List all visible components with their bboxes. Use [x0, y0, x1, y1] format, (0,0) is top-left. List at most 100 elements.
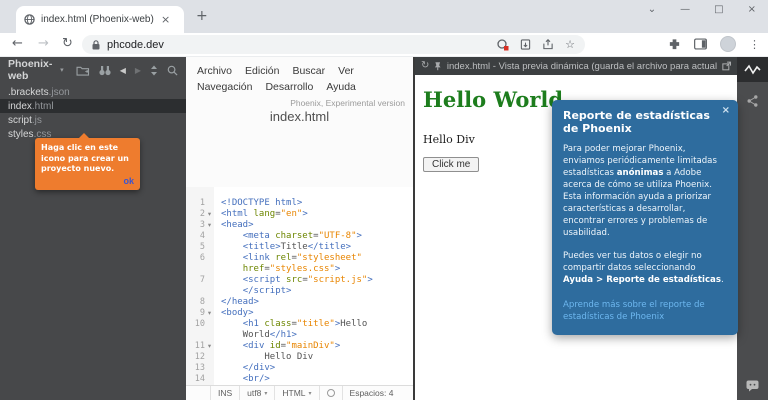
- token-p: [221, 253, 243, 263]
- feedback-chat-button[interactable]: [737, 380, 768, 392]
- profile-avatar[interactable]: [720, 36, 736, 52]
- token-t: <meta: [242, 231, 276, 241]
- status-insert-mode[interactable]: INS: [210, 386, 239, 400]
- code-line[interactable]: 13 </div>: [186, 363, 413, 374]
- code-editor[interactable]: 1 <!DOCTYPE html> 2 ▾ <html lang="en"> 3 ▾ <hea…: [186, 187, 413, 385]
- fold-caret-icon[interactable]: ▾: [205, 341, 214, 352]
- tooltip-ok-button[interactable]: ok: [41, 176, 134, 186]
- nav-forward-icon[interactable]: ▶: [135, 66, 141, 75]
- preview-click-me-button[interactable]: Click me: [423, 157, 480, 172]
- line-number-text: 11: [194, 341, 205, 351]
- token-a: id: [269, 341, 281, 351]
- bookmark-star-icon[interactable]: ☆: [565, 38, 575, 51]
- browser-tab-strip: index.html (Phoenix-web) - Phoe × + ⌄ — …: [0, 0, 768, 33]
- chat-icon: [746, 380, 759, 392]
- token-t: </div>: [242, 363, 276, 373]
- new-tab-button[interactable]: +: [196, 8, 208, 24]
- reload-icon[interactable]: ↻: [62, 37, 73, 50]
- learn-more-link[interactable]: Aprende más sobre el reporte de estadíst…: [563, 299, 727, 323]
- forward-icon[interactable]: →: [38, 37, 49, 50]
- status-encoding[interactable]: utf8 ▾: [239, 386, 274, 400]
- fold-caret-icon[interactable]: ▾: [205, 308, 214, 319]
- code-line[interactable]: 12 Hello Div: [186, 352, 413, 363]
- token-t: >: [367, 275, 373, 285]
- share-icon[interactable]: [542, 39, 554, 50]
- window-minimize-icon[interactable]: —: [680, 4, 690, 15]
- window-maximize-icon[interactable]: □: [714, 4, 723, 15]
- code-line[interactable]: 4 <meta charset="UTF-8">: [186, 231, 413, 242]
- project-sidebar: Phoenix-web ▾ ◀ ▶ .brackets .json index …: [0, 57, 186, 400]
- p2-text-cont: .: [720, 275, 724, 285]
- window-close-icon[interactable]: ×: [748, 4, 756, 15]
- find-in-files-binoculars-icon[interactable]: [99, 65, 111, 76]
- line-number-text: 4: [199, 231, 205, 241]
- code-line[interactable]: 10 <h1 class="title">Hello: [186, 319, 413, 330]
- status-language-mode[interactable]: HTML ▾: [274, 386, 318, 400]
- code-line[interactable]: 11 ▾ <div id="mainDiv">: [186, 341, 413, 352]
- tab-close-icon[interactable]: ×: [161, 14, 170, 25]
- search-icon[interactable]: [167, 65, 178, 76]
- file-item-index[interactable]: index .html: [0, 99, 186, 113]
- install-page-icon[interactable]: [520, 39, 531, 50]
- code-line[interactable]: 9 ▾ <body>: [186, 308, 413, 319]
- pin-icon[interactable]: [434, 61, 441, 71]
- code-line[interactable]: 14 <br/>: [186, 374, 413, 385]
- code-line[interactable]: 7 <script src="script.js">: [186, 275, 413, 286]
- fold-caret-icon[interactable]: ▾: [205, 220, 214, 231]
- share-tool[interactable]: [737, 95, 768, 107]
- token-s: "mainDiv": [286, 341, 335, 351]
- menu-ayuda[interactable]: Ayuda: [326, 81, 356, 93]
- token-p: [221, 363, 243, 373]
- code-line[interactable]: 8 </head>: [186, 297, 413, 308]
- file-item-script[interactable]: script .js: [0, 113, 186, 127]
- file-item-brackets[interactable]: .brackets .json: [0, 85, 186, 99]
- new-project-folder-icon[interactable]: [76, 65, 90, 76]
- open-file-title: index.html: [269, 109, 330, 124]
- line-number: 5: [186, 242, 214, 253]
- project-dropdown[interactable]: Phoenix-web: [8, 58, 56, 82]
- line-number: 10: [186, 319, 214, 330]
- menu-archivo[interactable]: Archivo: [197, 65, 232, 77]
- status-lint-indicator[interactable]: [318, 386, 342, 400]
- token-t: </title>: [307, 242, 352, 252]
- menu-edición[interactable]: Edición: [245, 65, 279, 77]
- nav-back-icon[interactable]: ◀: [120, 66, 126, 75]
- back-icon[interactable]: ←: [12, 37, 23, 50]
- token-t: <link: [242, 253, 276, 263]
- code-line[interactable]: href="styles.css">: [186, 264, 413, 275]
- code-line[interactable]: World</h1>: [186, 330, 413, 341]
- menu-ver[interactable]: Ver: [338, 65, 354, 77]
- menu-kebab-icon[interactable]: ⋮: [749, 38, 760, 51]
- code-line[interactable]: 3 ▾ <head>: [186, 220, 413, 231]
- dialog-close-icon[interactable]: ×: [722, 105, 730, 116]
- preview-reload-icon[interactable]: ↻: [421, 61, 429, 71]
- token-t: <script: [242, 275, 287, 285]
- fold-caret-icon[interactable]: ▾: [205, 209, 214, 220]
- line-number-text: 6: [199, 253, 205, 263]
- status-indent-spaces[interactable]: Espacios: 4: [341, 386, 401, 400]
- live-preview-toggle[interactable]: [737, 57, 768, 82]
- extension-badge-icon[interactable]: [497, 38, 509, 51]
- menu-navegación[interactable]: Navegación: [197, 81, 252, 93]
- code-line[interactable]: 6 <link rel="stylesheet": [186, 253, 413, 264]
- sidebar-header: Phoenix-web ▾ ◀ ▶: [0, 57, 186, 83]
- code-line[interactable]: </script>: [186, 286, 413, 297]
- token-t: <div: [242, 341, 270, 351]
- code-line[interactable]: 1 <!DOCTYPE html>: [186, 198, 413, 209]
- code-line[interactable]: 5 <title>Title</title>: [186, 242, 413, 253]
- browser-tab[interactable]: index.html (Phoenix-web) - Phoe ×: [16, 6, 184, 33]
- address-bar[interactable]: phcode.dev ☆: [82, 35, 585, 54]
- token-t: </h1>: [269, 330, 297, 340]
- token-p: [221, 275, 243, 285]
- menu-desarrollo[interactable]: Desarrollo: [265, 81, 313, 93]
- window-menu-chevron-icon[interactable]: ⌄: [648, 4, 656, 15]
- code-line[interactable]: 2 ▾ <html lang="en">: [186, 209, 413, 220]
- extensions-puzzle-icon[interactable]: [668, 38, 681, 51]
- token-t: <h1: [242, 319, 265, 329]
- dialog-title: Reporte de estadísticas de Phoenix: [563, 109, 710, 135]
- menu-buscar[interactable]: Buscar: [292, 65, 325, 77]
- open-external-icon[interactable]: [721, 61, 731, 71]
- split-view-icon[interactable]: [150, 65, 158, 76]
- status-spacer: [186, 386, 210, 400]
- side-panel-icon[interactable]: [694, 38, 707, 50]
